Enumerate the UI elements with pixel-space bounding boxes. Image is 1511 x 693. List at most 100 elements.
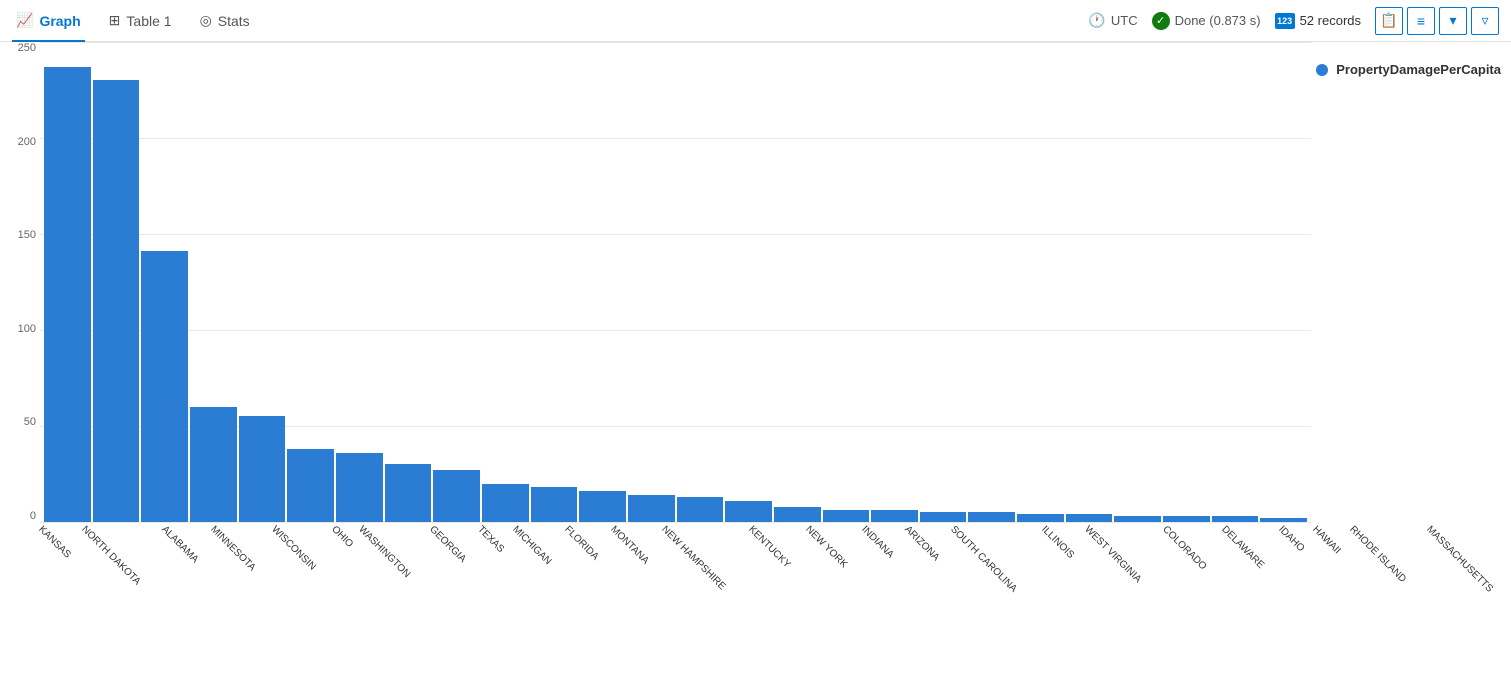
- bar-wrapper: [482, 484, 529, 522]
- bar-new-york[interactable]: [725, 501, 772, 522]
- records-badge: 123 52 records: [1275, 13, 1361, 29]
- x-label-wrapper: KENTUCKY: [754, 524, 808, 535]
- bar-wrapper: [531, 487, 578, 522]
- bar-michigan[interactable]: [482, 484, 529, 522]
- bar-idaho[interactable]: [1114, 516, 1161, 522]
- bar-ohio[interactable]: [287, 449, 334, 522]
- x-label-wrapper: SOUTH CAROLINA: [956, 524, 1045, 535]
- clock-icon: 🕐: [1088, 12, 1105, 29]
- x-label-wrapper: KANSAS: [44, 524, 85, 535]
- bar-north-dakota[interactable]: [93, 80, 140, 522]
- x-label: DELAWARE: [1219, 524, 1266, 571]
- legend-label: PropertyDamagePerCapita: [1336, 62, 1501, 77]
- bar-washington[interactable]: [336, 453, 383, 522]
- bar-wrapper: [774, 507, 821, 522]
- chevron-up-button[interactable]: ▿: [1471, 7, 1499, 35]
- x-label-wrapper: NEW YORK: [811, 524, 865, 535]
- stats-icon: ◎: [200, 12, 212, 29]
- bar-wrapper: [239, 416, 286, 522]
- x-label-wrapper: MASSACHUSETTS: [1432, 524, 1511, 535]
- done-status: ✓ Done (0.873 s): [1152, 12, 1261, 30]
- bar-hawaii[interactable]: [1163, 516, 1210, 522]
- x-label: WEST VIRGINIA: [1082, 524, 1143, 585]
- x-label: MICHIGAN: [510, 524, 553, 567]
- display-button[interactable]: ≡: [1407, 7, 1435, 35]
- legend: PropertyDamagePerCapita: [1316, 62, 1501, 77]
- bar-wrapper: [677, 497, 724, 522]
- chart-container: 250 200 150 100 50 0 KANSASNORTH DAKOTAA…: [0, 42, 1511, 682]
- x-label: FLORIDA: [562, 524, 600, 562]
- x-label-wrapper: WISCONSIN: [277, 524, 335, 535]
- x-label-wrapper: DELAWARE: [1227, 524, 1282, 535]
- records-label: 52 records: [1300, 13, 1361, 28]
- bar-wrapper: [385, 464, 432, 522]
- tab-stats[interactable]: ◎ Stats: [196, 6, 254, 35]
- legend-color-dot: [1316, 64, 1328, 76]
- x-label-wrapper: NORTH DAKOTA: [87, 524, 166, 535]
- bars-area: [40, 42, 1311, 522]
- x-label-wrapper: ARIZONA: [910, 524, 954, 535]
- bar-wrapper: [968, 512, 1015, 522]
- x-label: IDAHO: [1276, 524, 1306, 554]
- x-label: NEW YORK: [803, 524, 849, 570]
- x-label: MASSACHUSETTS: [1424, 524, 1495, 595]
- x-label-wrapper: NEW HAMPSHIRE: [667, 524, 753, 535]
- x-label-wrapper: FLORIDA: [570, 524, 613, 535]
- tab-table1[interactable]: ⊞ Table 1: [105, 6, 176, 35]
- bar-rhode-island[interactable]: [1212, 516, 1259, 522]
- bar-minnesota[interactable]: [190, 407, 237, 522]
- x-label: MONTANA: [608, 524, 651, 567]
- bar-kentucky[interactable]: [677, 497, 724, 522]
- bar-arizona[interactable]: [823, 510, 870, 522]
- bar-texas[interactable]: [433, 470, 480, 522]
- bar-wrapper: [336, 453, 383, 522]
- bar-west-virginia[interactable]: [968, 512, 1015, 522]
- done-checkmark-icon: ✓: [1152, 12, 1170, 30]
- bar-colorado[interactable]: [1017, 514, 1064, 522]
- x-label-wrapper: ALABAMA: [167, 524, 214, 535]
- chevron-down-button[interactable]: ▾: [1439, 7, 1467, 35]
- x-labels: KANSASNORTH DAKOTAALABAMAMINNESOTAWISCON…: [40, 524, 1311, 664]
- bar-wrapper: [1017, 514, 1064, 522]
- x-label-wrapper: INDIANA: [867, 524, 908, 535]
- y-axis-labels: 250 200 150 100 50 0: [0, 42, 36, 522]
- toolbar-right: 🕐 UTC ✓ Done (0.873 s) 123 52 records 📋 …: [1088, 7, 1499, 35]
- bar-florida[interactable]: [531, 487, 578, 522]
- bar-delaware[interactable]: [1066, 514, 1113, 522]
- bar-montana[interactable]: [579, 491, 626, 522]
- copy-button[interactable]: 📋: [1375, 7, 1403, 35]
- bar-new-hampshire[interactable]: [628, 495, 675, 522]
- tab-table1-label: Table 1: [126, 13, 171, 29]
- bar-indiana[interactable]: [774, 507, 821, 522]
- x-label: WASHINGTON: [357, 524, 413, 580]
- bar-georgia[interactable]: [385, 464, 432, 522]
- x-label: ALABAMA: [159, 524, 200, 565]
- x-label: SOUTH CAROLINA: [948, 524, 1019, 595]
- bar-wrapper: [725, 501, 772, 522]
- tab-graph[interactable]: 📈 Graph: [12, 6, 85, 35]
- bar-wrapper: [823, 510, 870, 522]
- x-label: KENTUCKY: [747, 524, 793, 570]
- x-label-wrapper: ILLINOIS: [1047, 524, 1088, 535]
- bar-south-carolina[interactable]: [871, 510, 918, 522]
- bar-illinois[interactable]: [920, 512, 967, 522]
- bar-wrapper: [920, 512, 967, 522]
- bar-wrapper: [1260, 518, 1307, 522]
- bar-wrapper: [141, 251, 188, 522]
- bar-wisconsin[interactable]: [239, 416, 286, 522]
- records-icon: 123: [1275, 13, 1295, 29]
- x-label-wrapper: MONTANA: [616, 524, 665, 535]
- utc-status: 🕐 UTC: [1088, 12, 1137, 29]
- x-label-wrapper: WASHINGTON: [364, 524, 432, 535]
- x-label: ILLINOIS: [1039, 524, 1076, 561]
- x-label: GEORGIA: [427, 524, 468, 565]
- x-label-wrapper: MINNESOTA: [216, 524, 275, 535]
- bar-kansas[interactable]: [44, 67, 91, 522]
- bar-alabama[interactable]: [141, 251, 188, 522]
- x-label-wrapper: HAWAII: [1318, 524, 1353, 535]
- bar-massachusetts[interactable]: [1260, 518, 1307, 522]
- x-label-wrapper: RHODE ISLAND: [1355, 524, 1430, 535]
- bar-wrapper: [190, 407, 237, 522]
- x-label: OHIO: [329, 524, 355, 550]
- x-label: NEW HAMPSHIRE: [659, 524, 727, 592]
